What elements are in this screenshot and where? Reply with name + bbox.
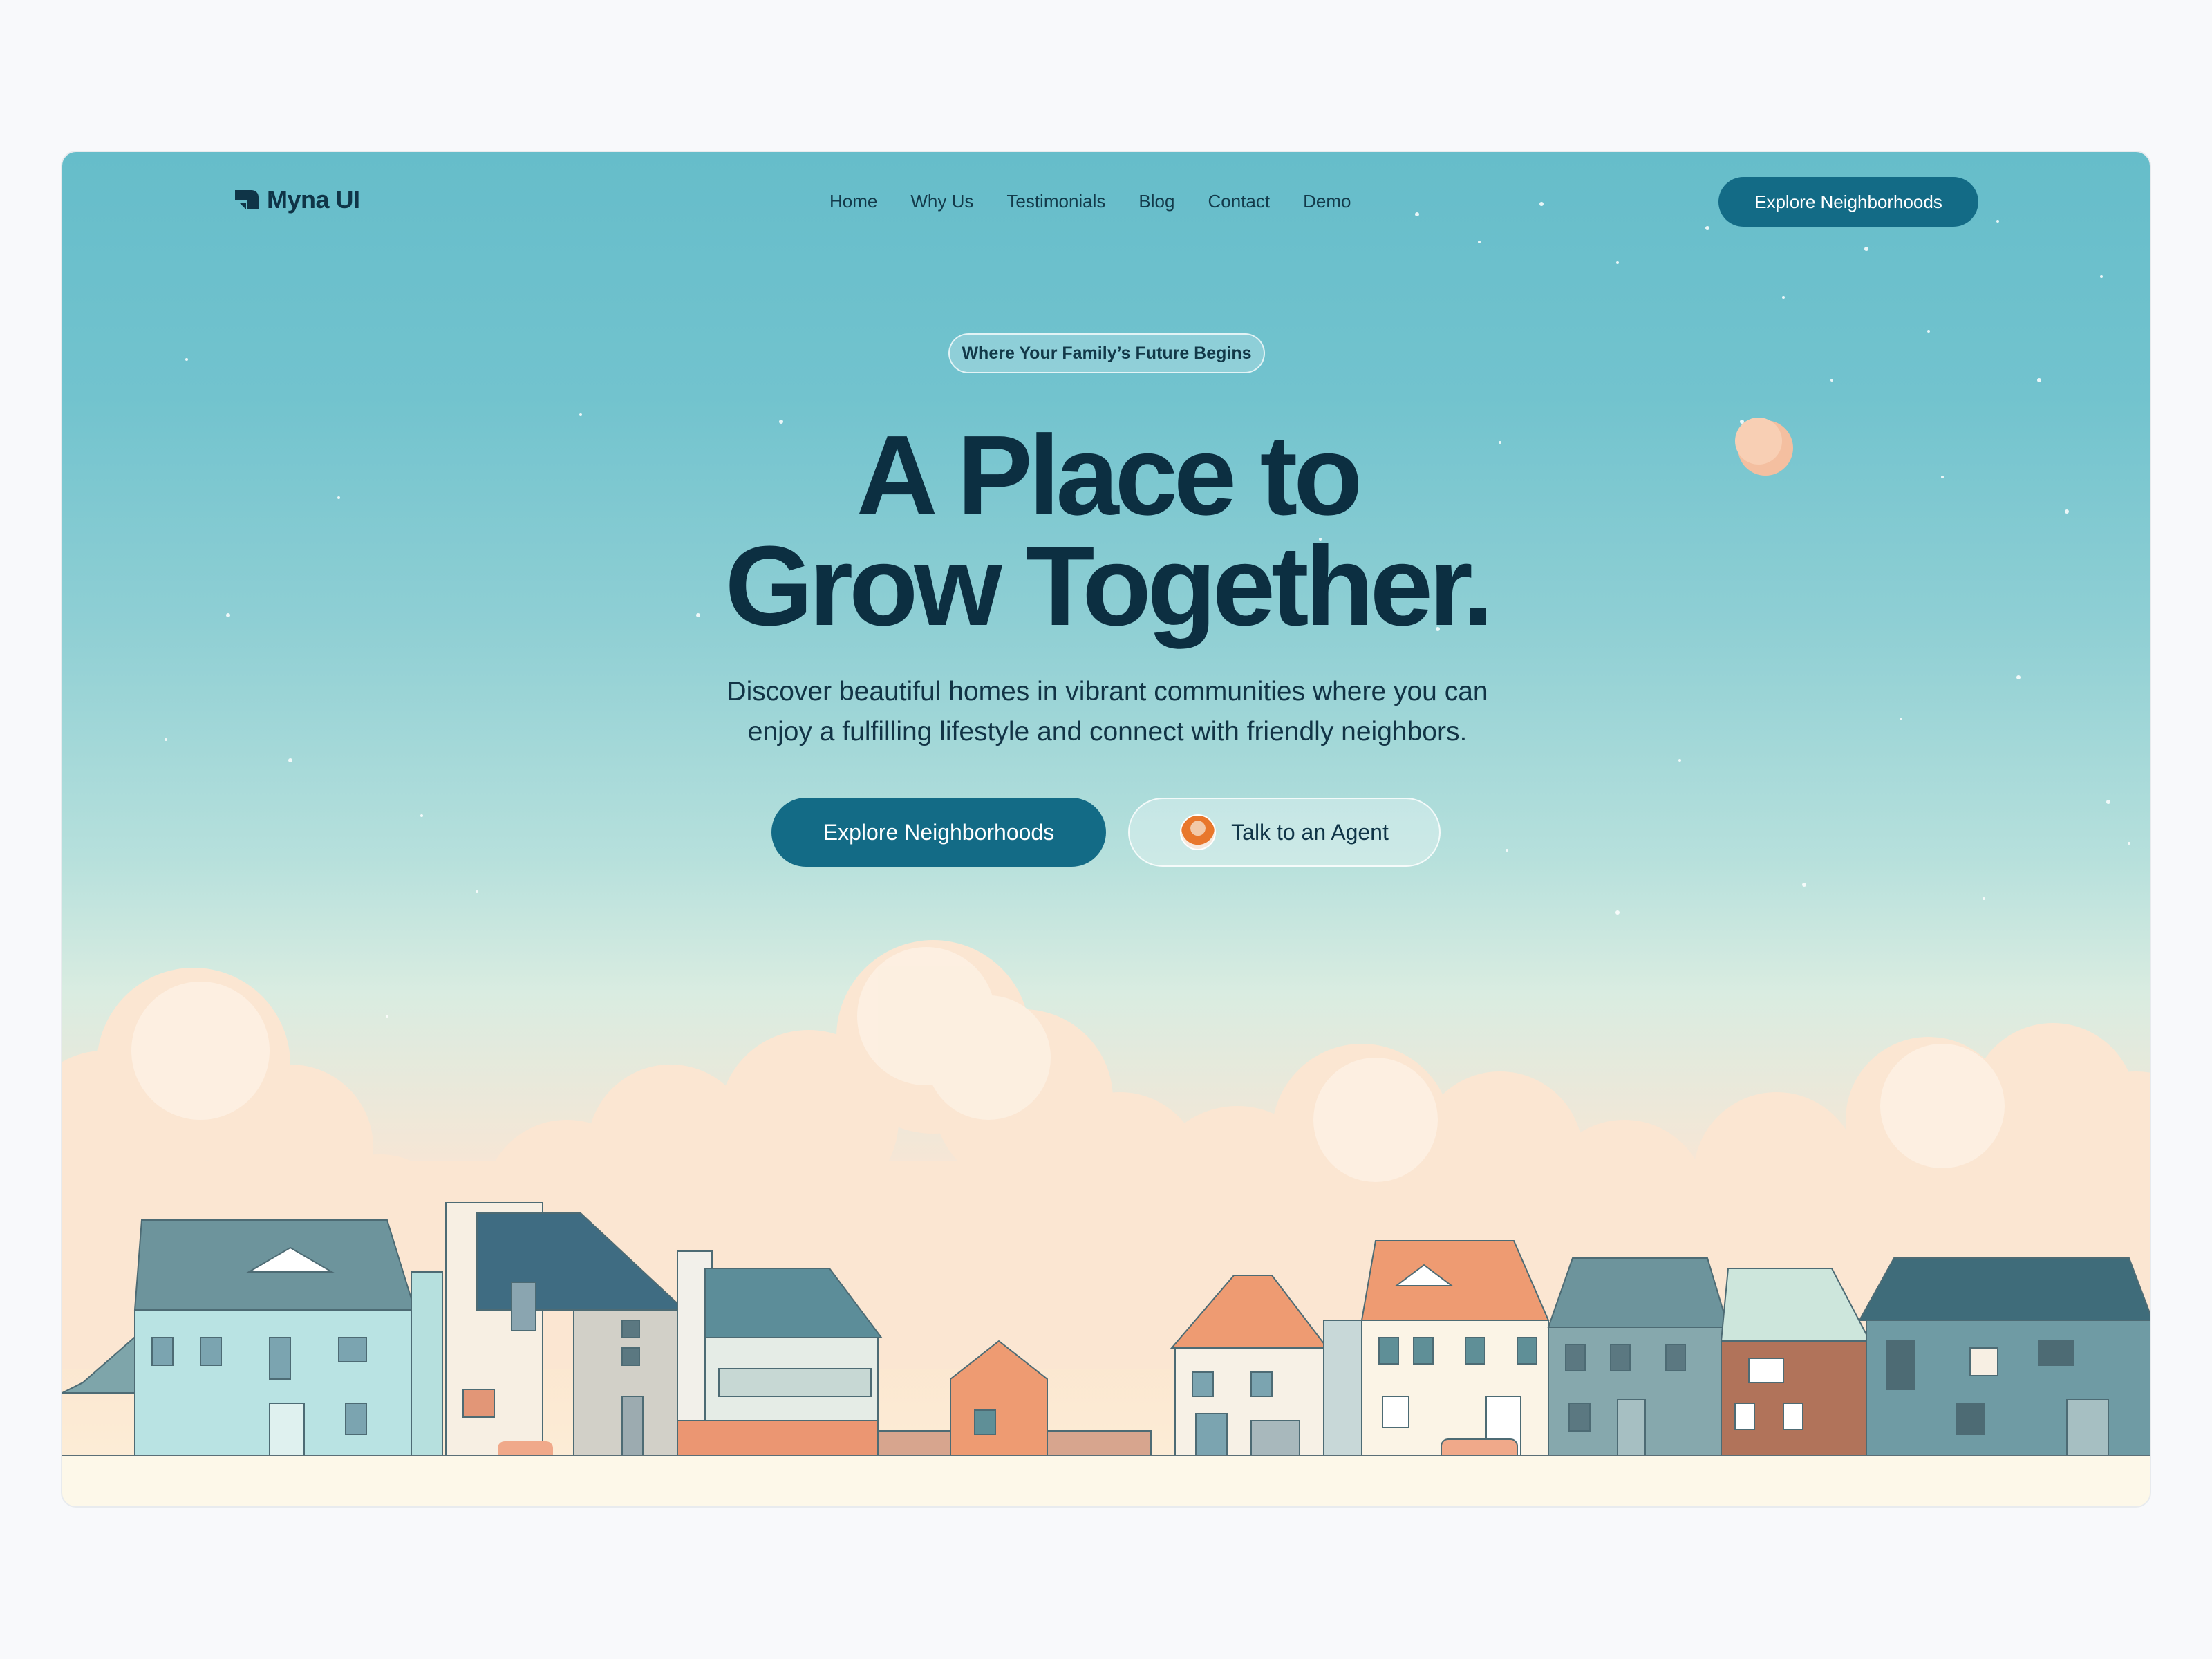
explore-neighborhoods-button[interactable]: Explore Neighborhoods <box>771 798 1106 867</box>
myna-logo-icon <box>235 190 259 209</box>
hero-section: Myna UI Home Why Us Testimonials Blog Co… <box>61 151 2151 1508</box>
subtitle-line-1: Discover beautiful homes in vibrant comm… <box>727 677 1488 706</box>
subtitle-line-2: enjoy a fulfilling lifestyle and connect… <box>747 717 1468 747</box>
hero-headline: A Place to Grow Together. <box>62 419 2150 643</box>
hero-actions: Explore Neighborhoods Talk to an Agent <box>771 798 1441 867</box>
nav-contact[interactable]: Contact <box>1208 191 1270 212</box>
hero-badge: Where Your Family’s Future Begins <box>948 333 1265 373</box>
headline-line-1: A Place to <box>856 412 1363 538</box>
talk-to-agent-button[interactable]: Talk to an Agent <box>1128 798 1441 867</box>
ground <box>62 1455 2150 1506</box>
nav-why-us[interactable]: Why Us <box>910 191 973 212</box>
headline-line-2: Grow Together. <box>724 523 1494 649</box>
nav-blog[interactable]: Blog <box>1138 191 1174 212</box>
main-nav: Home Why Us Testimonials Blog Contact De… <box>830 191 1351 212</box>
nav-explore-button[interactable]: Explore Neighborhoods <box>1718 177 1978 227</box>
nav-home[interactable]: Home <box>830 191 877 212</box>
talk-to-agent-label: Talk to an Agent <box>1231 819 1389 845</box>
hero-subtitle: Discover beautiful homes in vibrant comm… <box>693 672 1522 752</box>
agent-avatar <box>1180 814 1217 850</box>
brand-name: Myna UI <box>267 185 360 214</box>
brand-logo[interactable]: Myna UI <box>232 185 360 214</box>
nav-demo[interactable]: Demo <box>1303 191 1351 212</box>
nav-testimonials[interactable]: Testimonials <box>1006 191 1105 212</box>
